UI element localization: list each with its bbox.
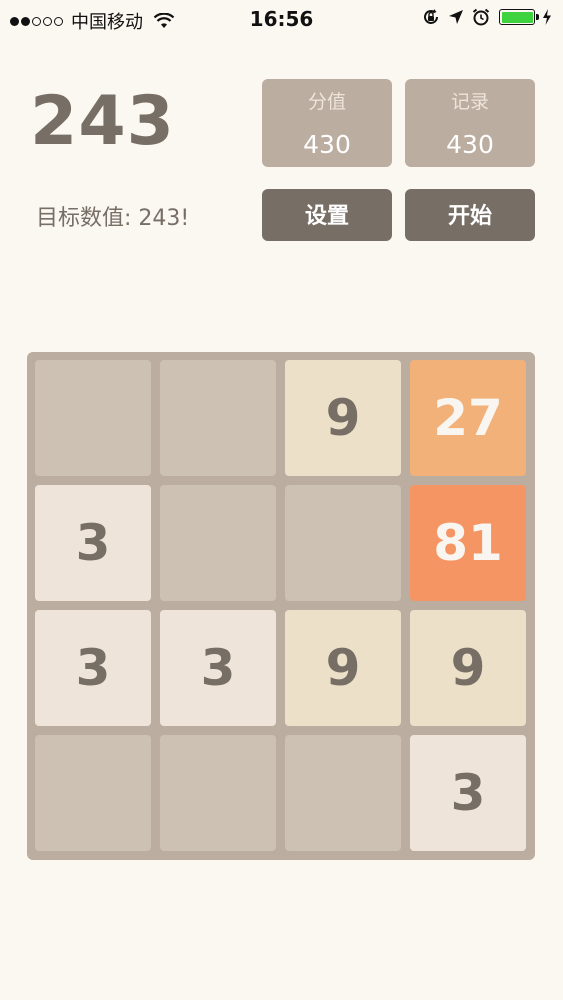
battery-icon xyxy=(499,9,539,25)
tile: 3 xyxy=(35,610,151,726)
best-score-value: 430 xyxy=(446,130,494,159)
alarm-clock-icon xyxy=(472,8,490,26)
empty-cell xyxy=(285,485,401,601)
tile: 9 xyxy=(285,360,401,476)
best-score-box: 记录 430 xyxy=(405,79,535,167)
game-board[interactable]: 9 27 3 81 3 3 9 9 3 xyxy=(27,352,535,860)
status-bar: 中国移动 16:56 xyxy=(0,0,563,38)
score-value: 430 xyxy=(303,130,351,159)
location-arrow-icon xyxy=(449,10,463,24)
settings-button[interactable]: 设置 xyxy=(262,189,392,241)
best-score-label: 记录 xyxy=(450,91,489,113)
empty-cell xyxy=(35,735,151,851)
empty-cell xyxy=(160,735,276,851)
tile: 9 xyxy=(285,610,401,726)
tile: 3 xyxy=(35,485,151,601)
start-button[interactable]: 开始 xyxy=(405,189,535,241)
empty-cell xyxy=(35,360,151,476)
target-value-label: 目标数值: 243! xyxy=(36,206,190,231)
score-box: 分值 430 xyxy=(262,79,392,167)
orientation-lock-icon xyxy=(424,9,438,24)
status-right xyxy=(415,7,553,27)
tile: 81 xyxy=(410,485,526,601)
empty-cell xyxy=(160,360,276,476)
score-label: 分值 xyxy=(307,91,346,113)
charging-bolt-icon xyxy=(543,9,551,25)
empty-cell xyxy=(160,485,276,601)
tile: 3 xyxy=(410,735,526,851)
empty-cell xyxy=(285,735,401,851)
tile: 3 xyxy=(160,610,276,726)
game-title-number: 243 xyxy=(30,82,175,161)
tile: 27 xyxy=(410,360,526,476)
tile: 9 xyxy=(410,610,526,726)
